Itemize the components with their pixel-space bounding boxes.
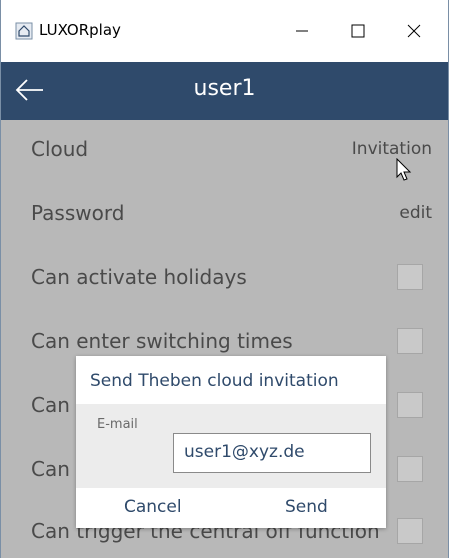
mouse-cursor-icon <box>396 158 412 181</box>
app-header: user1 <box>1 62 448 120</box>
row-6-checkbox[interactable] <box>397 456 423 482</box>
cloud-label: Cloud <box>31 137 89 161</box>
email-field-label: E-mail <box>97 417 138 432</box>
maximize-icon[interactable] <box>336 14 380 48</box>
invitation-link[interactable]: Invitation <box>352 139 432 159</box>
minimize-icon[interactable] <box>280 14 324 48</box>
cloud-invitation-dialog: Send Theben cloud invitation E-mail user… <box>76 356 386 528</box>
holidays-checkbox[interactable] <box>397 264 423 290</box>
app-logo-icon <box>15 22 33 40</box>
central-off-checkbox[interactable] <box>397 518 423 544</box>
title-bar: LUXORplay <box>1 0 448 62</box>
switching-times-label: Can enter switching times <box>31 329 293 353</box>
send-button[interactable]: Send <box>285 497 328 517</box>
close-icon[interactable] <box>392 14 436 48</box>
app-window: LUXORplay user1 Cloud Invitation Passwor… <box>0 0 449 558</box>
email-field-area: E-mail user1@xyz.de <box>76 404 386 488</box>
window-title: LUXORplay <box>39 21 121 39</box>
password-edit-link[interactable]: edit <box>399 203 432 223</box>
page-title: user1 <box>193 76 256 101</box>
switching-times-checkbox[interactable] <box>397 328 423 354</box>
dialog-title: Send Theben cloud invitation <box>90 371 339 391</box>
row-5-checkbox[interactable] <box>397 392 423 418</box>
cancel-button[interactable]: Cancel <box>124 497 182 517</box>
holidays-label: Can activate holidays <box>31 265 247 289</box>
email-input[interactable]: user1@xyz.de <box>173 433 371 473</box>
password-label: Password <box>31 201 125 225</box>
